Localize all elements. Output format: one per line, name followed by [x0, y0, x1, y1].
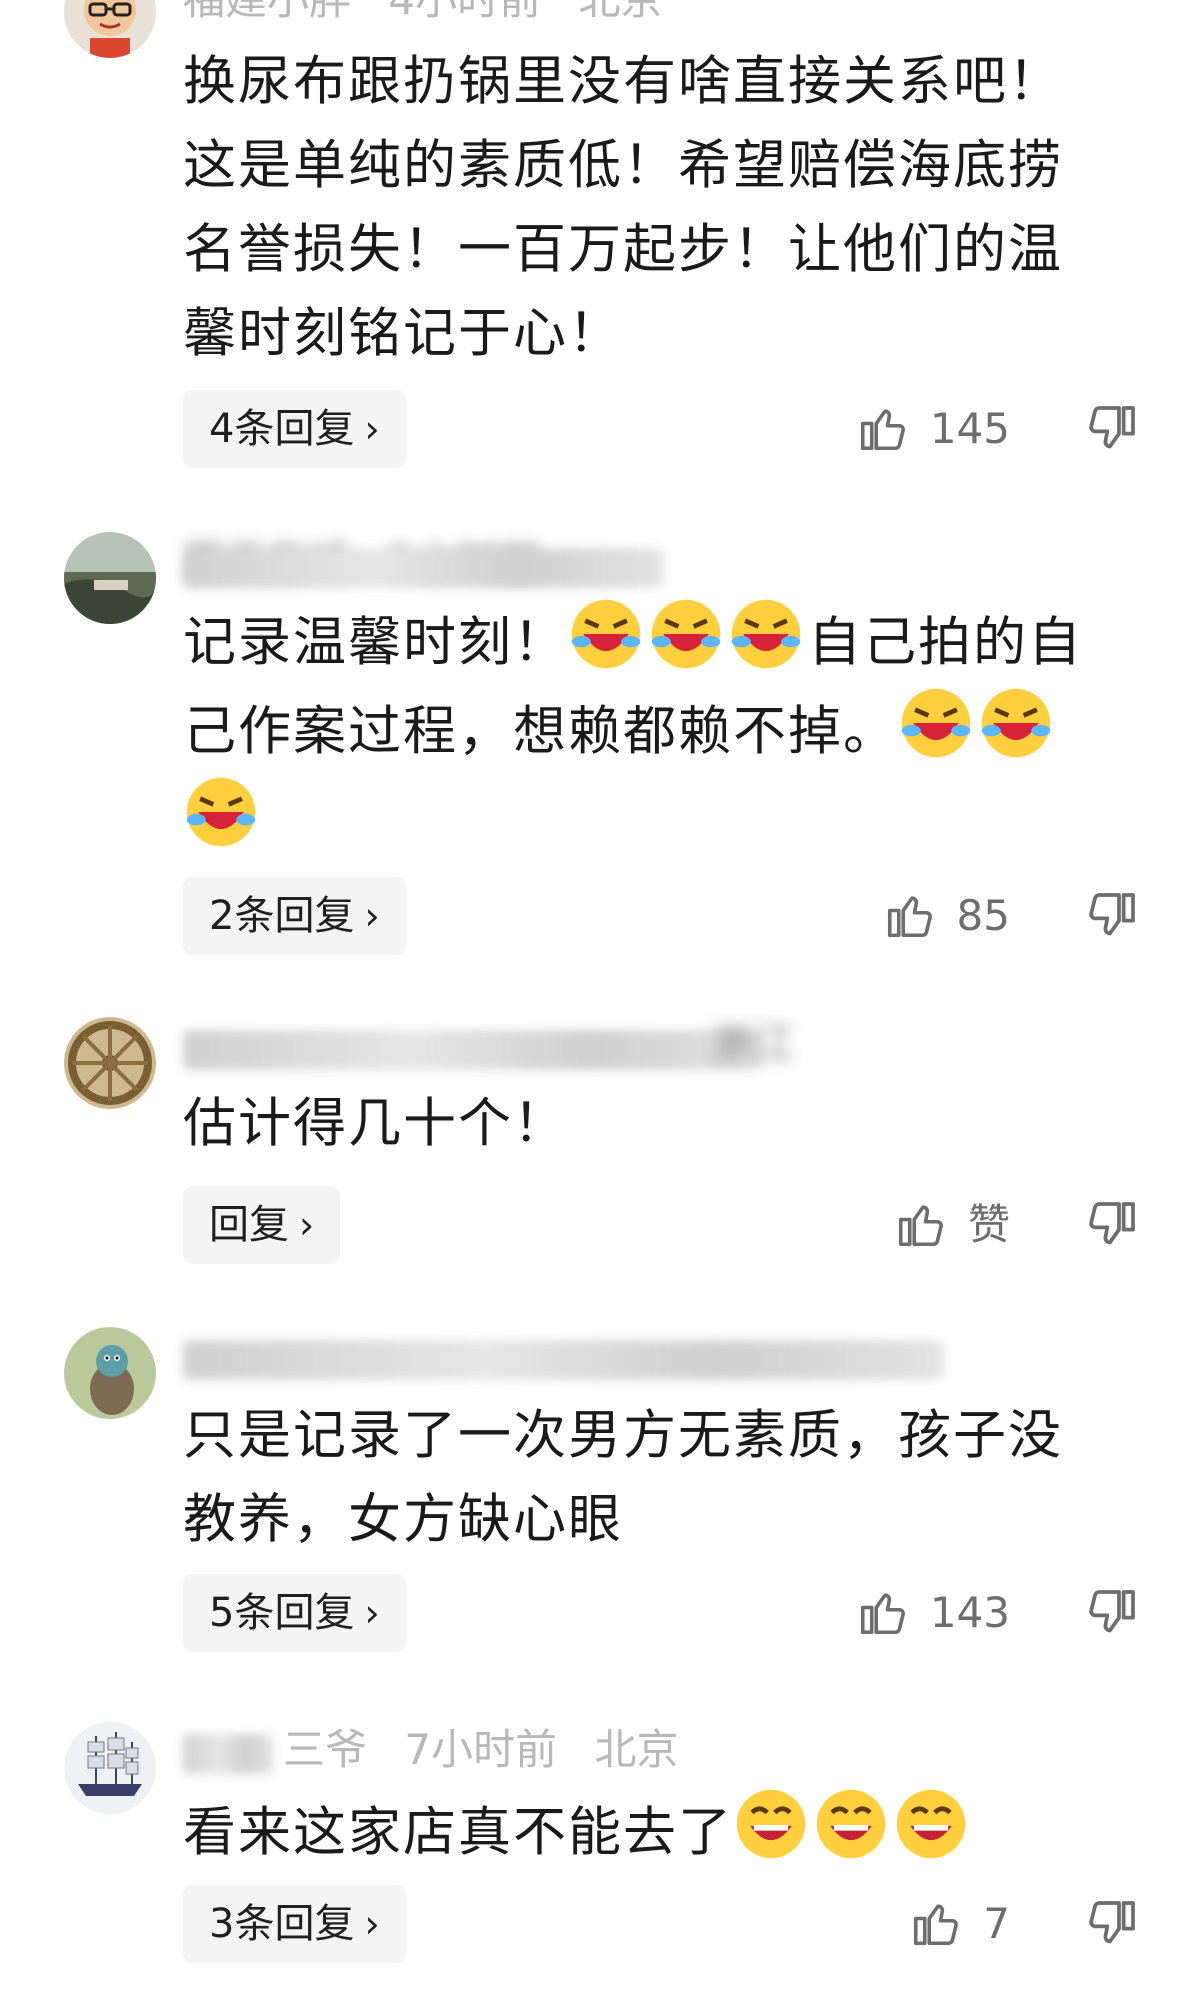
thumbs-down-icon	[1089, 893, 1135, 936]
comment-text-line: 记录温馨时刻！ 自己拍的自	[183, 596, 1143, 685]
rolling-laugh-emoji-icon	[978, 685, 1058, 758]
grinning-emoji-icon	[813, 1786, 893, 1859]
reply-count-label: 5条回复	[209, 1590, 355, 1636]
comment-meta: 浙江	[183, 1016, 819, 1072]
dislike-button[interactable]	[1084, 1197, 1140, 1253]
thumbs-down-icon	[1089, 1590, 1135, 1633]
dislike-button[interactable]	[1084, 401, 1140, 457]
thumbs-down-icon	[1089, 1901, 1135, 1944]
landscape-avatar-icon	[64, 532, 156, 624]
chevron-right-icon: ›	[364, 894, 380, 938]
view-replies-button[interactable]: 回复 ›	[183, 1186, 341, 1264]
user-avatar[interactable]	[64, 1722, 156, 1814]
rolling-laugh-emoji-icon	[183, 774, 263, 847]
location: 浙江	[711, 1019, 796, 1068]
like-button[interactable]: 143	[856, 1574, 1010, 1652]
username[interactable]: 三爷	[283, 1725, 367, 1774]
rolling-laugh-emoji-icon	[568, 596, 648, 669]
like-count: 85	[956, 891, 1010, 940]
comment-text-line: 馨时刻铭记于心！	[183, 303, 623, 364]
comment-text-segment: 自己拍的自	[808, 612, 1083, 673]
wheel-avatar-icon	[64, 1017, 156, 1109]
comment-text-segment: 看来这家店真不能去了	[183, 1802, 733, 1863]
comment-meta: 福建小胖 4小时前 北京	[183, 0, 686, 28]
thumbs-up-icon	[898, 1205, 943, 1247]
comment-text-line	[183, 774, 1143, 863]
dislike-button[interactable]	[1084, 1585, 1140, 1641]
thumbs-down-icon	[1089, 1202, 1135, 1245]
username[interactable]: 福建小胖	[183, 0, 351, 24]
like-button[interactable]: 85	[883, 877, 1010, 955]
rolling-laugh-emoji-icon	[648, 596, 728, 669]
thumbs-up-icon	[860, 409, 905, 451]
view-replies-button[interactable]: 3条回复 ›	[183, 1885, 406, 1963]
blurred-meta-overlay	[183, 548, 663, 588]
user-avatar[interactable]	[64, 532, 156, 624]
location: 北京	[578, 0, 662, 24]
rolling-laugh-emoji-icon	[898, 685, 978, 758]
grinning-emoji-icon	[893, 1786, 973, 1859]
comment-text-line: 只是记录了一次男方无素质，孩子没	[183, 1405, 1063, 1466]
chevron-right-icon: ›	[364, 407, 380, 451]
dislike-button[interactable]	[1084, 1896, 1140, 1952]
thumbs-up-icon	[860, 1593, 905, 1635]
comment-text-line: 教养，女方缺心眼	[183, 1489, 623, 1550]
comment-text-line: 看来这家店真不能去了	[183, 1786, 1143, 1875]
like-button[interactable]: 145	[856, 390, 1010, 468]
cartoon-face-avatar-icon	[64, 0, 156, 58]
comment-text-line: 这是单纯的素质低！希望赔偿海底捞	[183, 135, 1063, 196]
thumbs-up-icon	[914, 1904, 959, 1946]
rolling-laugh-emoji-icon	[728, 596, 808, 669]
blurred-meta-overlay	[183, 1734, 273, 1774]
chevron-right-icon: ›	[364, 1591, 380, 1635]
reply-count-label: 3条回复	[209, 1901, 355, 1947]
user-avatar[interactable]	[64, 1327, 156, 1419]
timestamp: 7小时前	[404, 1725, 558, 1774]
like-count: 143	[929, 1588, 1010, 1637]
ship-avatar-icon	[64, 1722, 156, 1814]
comment-text-segment: 己作案过程，想赖都赖不掉。	[183, 701, 898, 762]
comment-text: 换尿布跟扔锅里没有啥直接关系吧！ 这是单纯的素质低！希望赔偿海底捞 名誉损失！一…	[183, 40, 1143, 376]
reply-count-label: 2条回复	[209, 893, 355, 939]
comment-meta: 三爷 7小时前 北京	[283, 1722, 702, 1778]
view-replies-button[interactable]: 4条回复 ›	[183, 390, 406, 468]
comment-text-line: 估计得几十个！	[183, 1093, 568, 1154]
thumbs-down-icon	[1089, 406, 1135, 449]
user-avatar[interactable]	[64, 0, 156, 58]
comment-text: 估计得几十个！	[183, 1082, 1143, 1166]
like-button[interactable]: 7	[909, 1885, 1010, 1963]
comment-text: 记录温馨时刻！ 自己拍的自 己作案过程，想赖都赖不掉。	[183, 596, 1143, 863]
like-count: 赞	[967, 1200, 1010, 1249]
view-replies-button[interactable]: 2条回复 ›	[183, 877, 406, 955]
comment-text-line: 名誉损失！一百万起步！让他们的温	[183, 219, 1063, 280]
like-count: 7	[983, 1899, 1010, 1948]
thumbs-up-icon	[887, 896, 932, 938]
comment-text-line: 换尿布跟扔锅里没有啥直接关系吧！	[183, 51, 1063, 112]
reply-count-label: 回复	[209, 1202, 289, 1248]
comment-text: 看来这家店真不能去了	[183, 1786, 1143, 1875]
chevron-right-icon: ›	[299, 1203, 315, 1247]
like-button[interactable]: 赞	[894, 1186, 1010, 1264]
timestamp: 4小时前	[388, 0, 541, 24]
like-count: 145	[929, 404, 1010, 453]
comment-text: 只是记录了一次男方无素质，孩子没 教养，女方缺心眼	[183, 1394, 1143, 1562]
chevron-right-icon: ›	[364, 1902, 380, 1946]
location: 北京	[594, 1725, 679, 1774]
grinning-emoji-icon	[733, 1786, 813, 1859]
user-avatar[interactable]	[64, 1017, 156, 1109]
dislike-button[interactable]	[1084, 888, 1140, 944]
comment-text-segment: 记录温馨时刻！	[183, 612, 568, 673]
blurred-meta-overlay	[183, 1340, 943, 1380]
view-replies-button[interactable]: 5条回复 ›	[183, 1574, 406, 1652]
comment-text-line: 己作案过程，想赖都赖不掉。	[183, 685, 1143, 774]
bird-avatar-icon	[64, 1327, 156, 1419]
reply-count-label: 4条回复	[209, 406, 355, 452]
